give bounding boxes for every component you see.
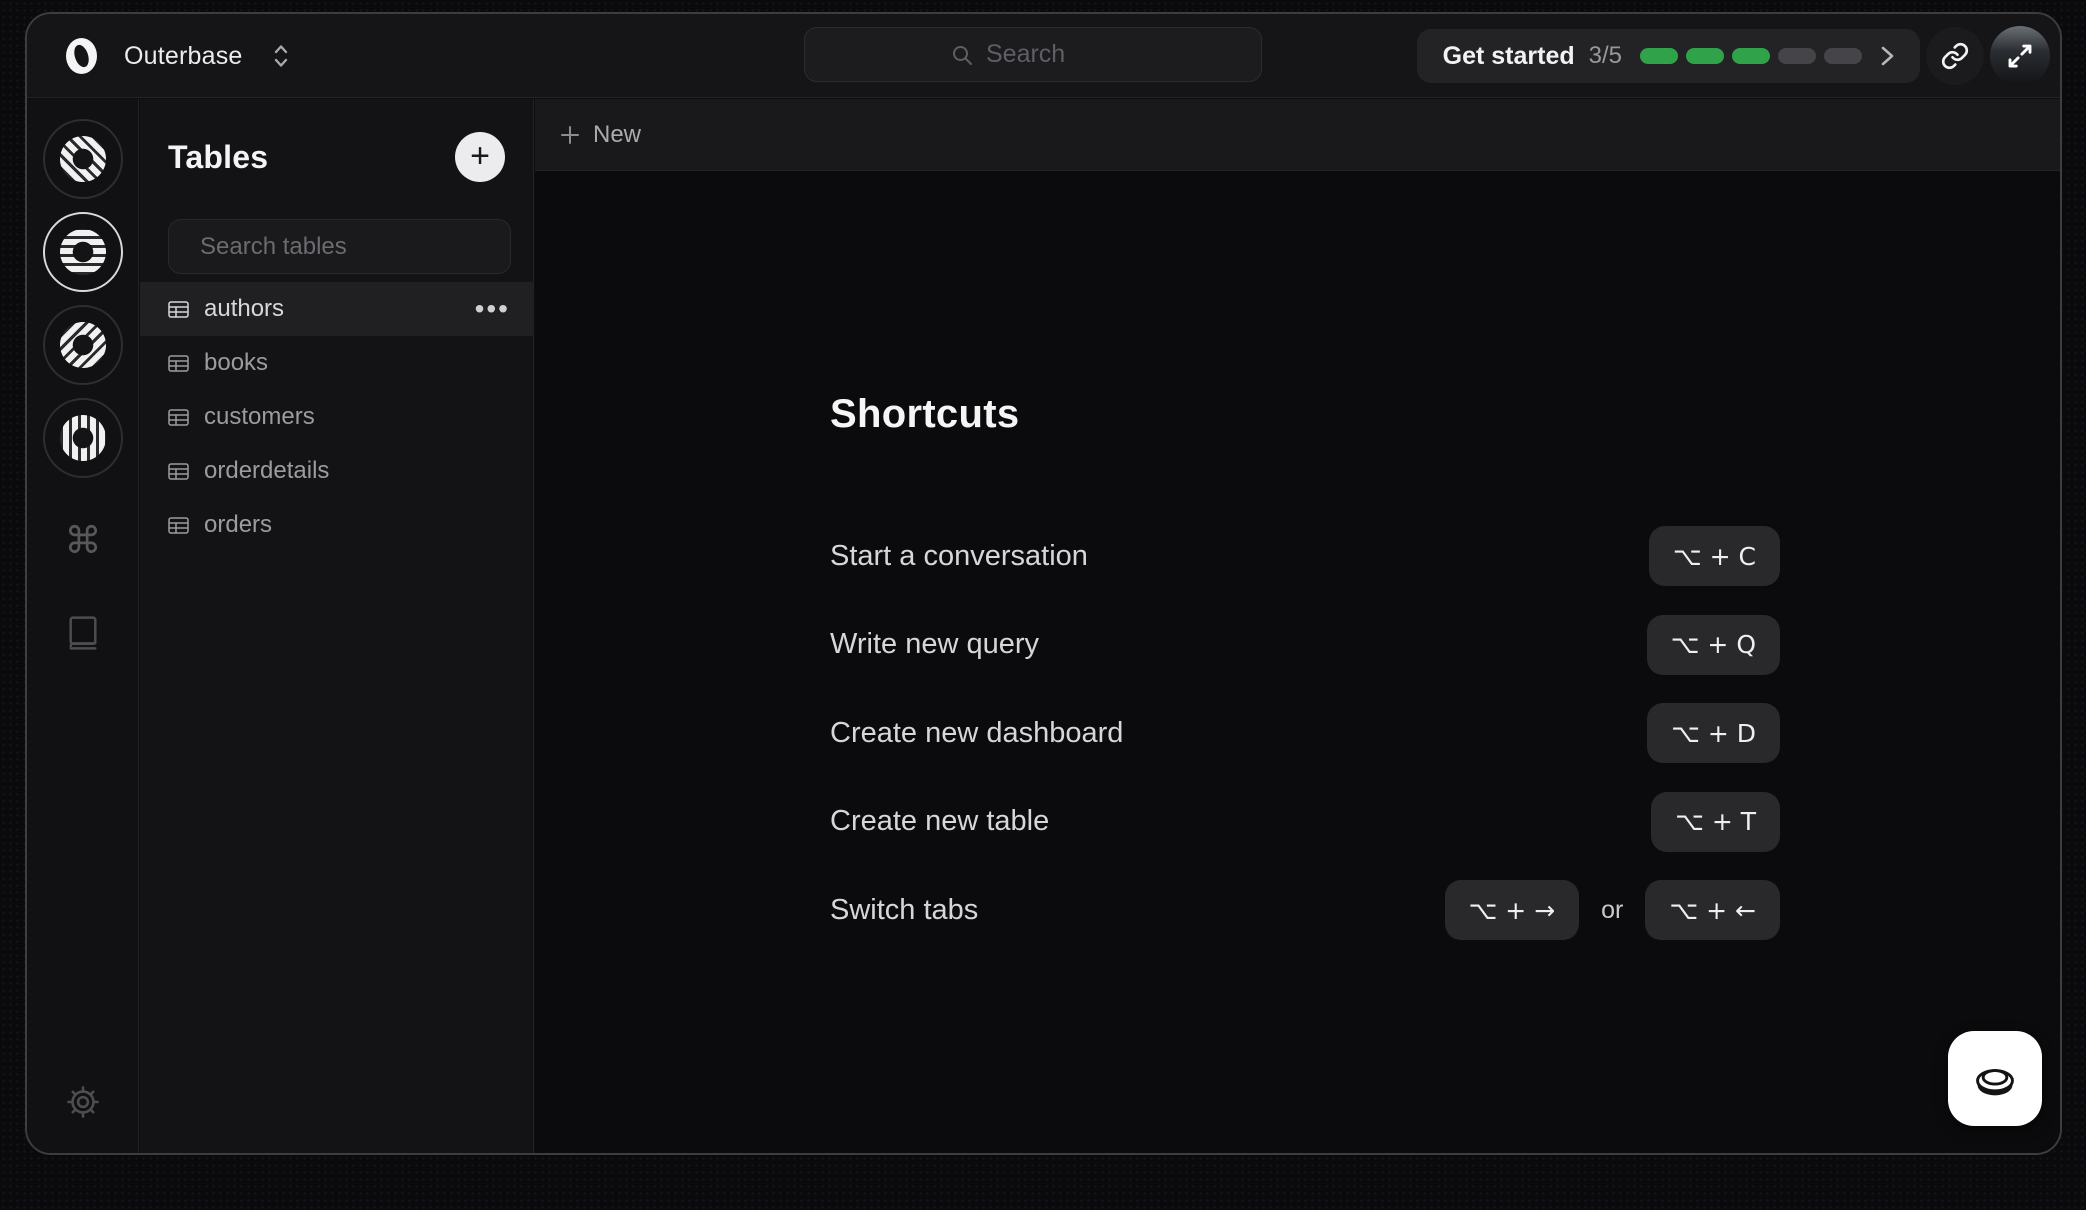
rail-base-2[interactable] [43, 212, 123, 292]
share-link-button[interactable] [1926, 27, 1984, 85]
workspace-name: Outerbase [124, 42, 243, 71]
new-tab-label: New [593, 121, 641, 149]
shortcut-keys: ⌥ + → or ⌥ + ← [1445, 880, 1780, 940]
base-avatar-icon [60, 415, 106, 461]
outerbase-logo-icon [65, 37, 98, 75]
progress-step-todo [1824, 48, 1862, 64]
keycap: ⌥ + ← [1645, 880, 1780, 940]
table-name: orders [204, 511, 510, 539]
base-avatar-icon [60, 229, 106, 275]
help-launcher-button[interactable] [1948, 1031, 2042, 1126]
progress-step-done [1732, 48, 1770, 64]
expand-window-button[interactable] [1990, 26, 2050, 86]
push-button-icon [1968, 1052, 2022, 1106]
rail-base-4[interactable] [43, 398, 123, 478]
shortcut-row: Start a conversation ⌥ + C [830, 526, 1780, 586]
get-started-label: Get started [1443, 42, 1575, 71]
tables-title: Tables [168, 139, 268, 176]
command-menu-button[interactable]: ⌘ [27, 519, 139, 562]
global-search[interactable] [804, 27, 1262, 82]
shortcut-keys: ⌥ + T [1651, 792, 1780, 852]
workspace-rail-list [27, 119, 139, 478]
page-title: Shortcuts [830, 392, 1780, 440]
or-separator: or [1601, 896, 1623, 925]
expand-arrows-icon [2005, 41, 2035, 71]
shortcuts-panel: Shortcuts Start a conversation ⌥ + C Write… [830, 392, 1780, 940]
workspace-rail: ⌘ [27, 99, 139, 1153]
shortcut-row: Write new query ⌥ + Q [830, 615, 1780, 675]
keycap: ⌥ + D [1647, 703, 1780, 763]
add-table-button[interactable]: + [455, 132, 505, 182]
desktop-background: { "app": { "workspace_name": "Outerbase"… [0, 0, 2086, 1210]
tables-list: authors••• books customers orderdetails orde… [140, 282, 534, 552]
shortcut-label: Switch tabs [830, 894, 978, 927]
table-icon [168, 355, 189, 372]
chevron-right-icon [1876, 43, 1898, 69]
shortcut-row: Create new table ⌥ + T [830, 792, 1780, 852]
brand-area: Outerbase [65, 14, 291, 98]
shortcut-keys: ⌥ + Q [1647, 615, 1780, 675]
settings-button[interactable] [27, 1083, 139, 1121]
table-name: orderdetails [204, 457, 510, 485]
table-row-orders[interactable]: orders [140, 498, 534, 552]
shortcut-label: Start a conversation [830, 540, 1088, 573]
progress-step-todo [1778, 48, 1816, 64]
base-avatar-icon [60, 136, 106, 182]
shortcut-keys: ⌥ + D [1647, 703, 1780, 763]
shortcut-row: Create new dashboard ⌥ + D [830, 703, 1780, 763]
window-body: ⌘ Tables + [27, 99, 2060, 1153]
tables-search[interactable] [168, 219, 511, 274]
table-icon [168, 517, 189, 534]
link-icon [1940, 41, 1970, 71]
command-icon: ⌘ [65, 519, 102, 562]
table-row-authors[interactable]: authors••• [140, 282, 534, 336]
rail-base-3[interactable] [43, 305, 123, 385]
tab-strip: New [535, 99, 2060, 171]
shortcut-keys: ⌥ + C [1649, 526, 1780, 586]
table-icon [168, 463, 189, 480]
shortcut-label: Create new table [830, 805, 1049, 838]
table-row-orderdetails[interactable]: orderdetails [140, 444, 534, 498]
search-input[interactable] [986, 40, 1116, 69]
progress-step-done [1640, 48, 1678, 64]
gear-icon [64, 1083, 102, 1121]
table-name: authors [204, 295, 460, 323]
table-name: customers [204, 403, 510, 431]
tables-header: Tables + [168, 131, 505, 183]
plus-icon [559, 124, 581, 146]
rail-base-1[interactable] [43, 119, 123, 199]
search-icon [950, 43, 974, 67]
table-icon [168, 301, 189, 318]
chevron-up-down-icon [271, 43, 291, 69]
table-row-books[interactable]: books [140, 336, 534, 390]
base-avatar-icon [60, 322, 106, 368]
keycap: ⌥ + C [1649, 526, 1780, 586]
shortcut-label: Create new dashboard [830, 717, 1123, 750]
main-area: New Shortcuts Start a conversation ⌥ + C W… [535, 99, 2060, 1153]
table-row-customers[interactable]: customers [140, 390, 534, 444]
get-started-progress-count: 3/5 [1589, 42, 1622, 70]
app-window: Outerbase Get started 3/5 [25, 12, 2062, 1155]
progress-step-done [1686, 48, 1724, 64]
shortcuts-list: Start a conversation ⌥ + C Write new query… [830, 526, 1780, 940]
keycap: ⌥ + Q [1647, 615, 1780, 675]
keycap: ⌥ + → [1445, 880, 1580, 940]
get-started-button[interactable]: Get started 3/5 [1417, 29, 1920, 83]
top-bar: Outerbase Get started 3/5 [27, 14, 2060, 98]
tables-search-input[interactable] [200, 233, 510, 261]
new-tab-button[interactable]: New [559, 121, 641, 149]
topbar-right-cluster: Get started 3/5 [1417, 14, 2050, 98]
shortcut-label: Write new query [830, 628, 1039, 661]
keycap: ⌥ + T [1651, 792, 1780, 852]
shortcut-row: Switch tabs ⌥ + → or ⌥ + ← [830, 880, 1780, 940]
workspace-switcher[interactable] [271, 43, 291, 69]
get-started-progress [1640, 48, 1862, 64]
docs-button[interactable] [27, 613, 139, 653]
table-icon [168, 409, 189, 426]
table-name: books [204, 349, 510, 377]
tables-sidebar: Tables + authors••• books customers orderde… [140, 99, 534, 1153]
plus-icon: + [470, 139, 490, 173]
book-icon [64, 613, 102, 653]
